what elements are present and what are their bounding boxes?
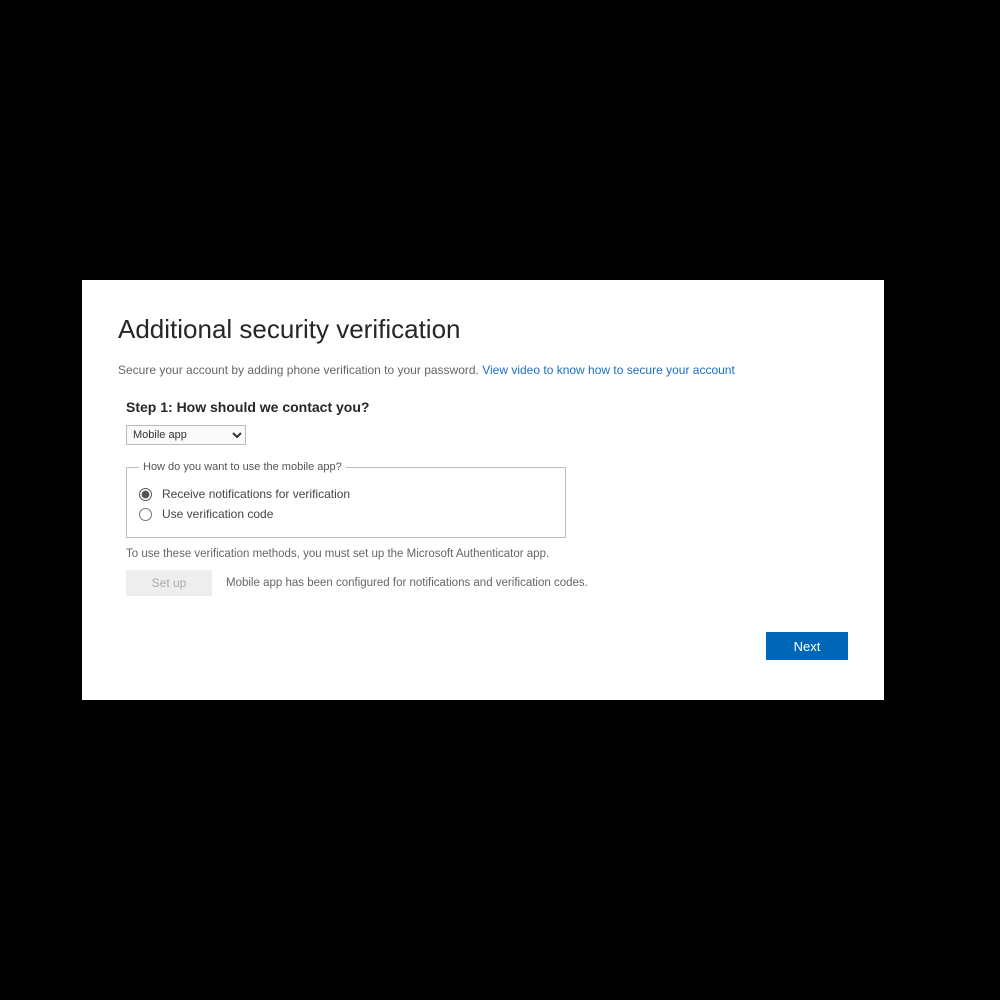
next-button[interactable]: Next — [766, 632, 848, 660]
radio-row-code: Use verification code — [139, 507, 553, 521]
contact-method-select[interactable]: Mobile app — [126, 425, 246, 445]
mobile-app-options-fieldset: How do you want to use the mobile app? R… — [126, 461, 566, 538]
radio-use-verification-code[interactable] — [139, 508, 152, 521]
intro-prefix: Secure your account by adding phone veri… — [118, 363, 482, 377]
contact-method-select-wrap: Mobile app — [126, 425, 848, 445]
step-title: Step 1: How should we contact you? — [126, 399, 848, 415]
intro-video-link[interactable]: View video to know how to secure your ac… — [482, 363, 735, 377]
intro-text: Secure your account by adding phone veri… — [118, 363, 848, 377]
radio-row-notifications: Receive notifications for verification — [139, 487, 553, 501]
page-title: Additional security verification — [118, 314, 848, 345]
verification-panel: Additional security verification Secure … — [82, 280, 884, 700]
authenticator-note: To use these verification methods, you m… — [126, 548, 848, 560]
setup-status-text: Mobile app has been configured for notif… — [226, 577, 588, 589]
radio-receive-notifications[interactable] — [139, 488, 152, 501]
setup-row: Set up Mobile app has been configured fo… — [126, 570, 848, 596]
radio-receive-notifications-label: Receive notifications for verification — [162, 487, 350, 501]
setup-button: Set up — [126, 570, 212, 596]
radio-use-verification-code-label: Use verification code — [162, 507, 273, 521]
mobile-app-options-legend: How do you want to use the mobile app? — [139, 461, 346, 473]
